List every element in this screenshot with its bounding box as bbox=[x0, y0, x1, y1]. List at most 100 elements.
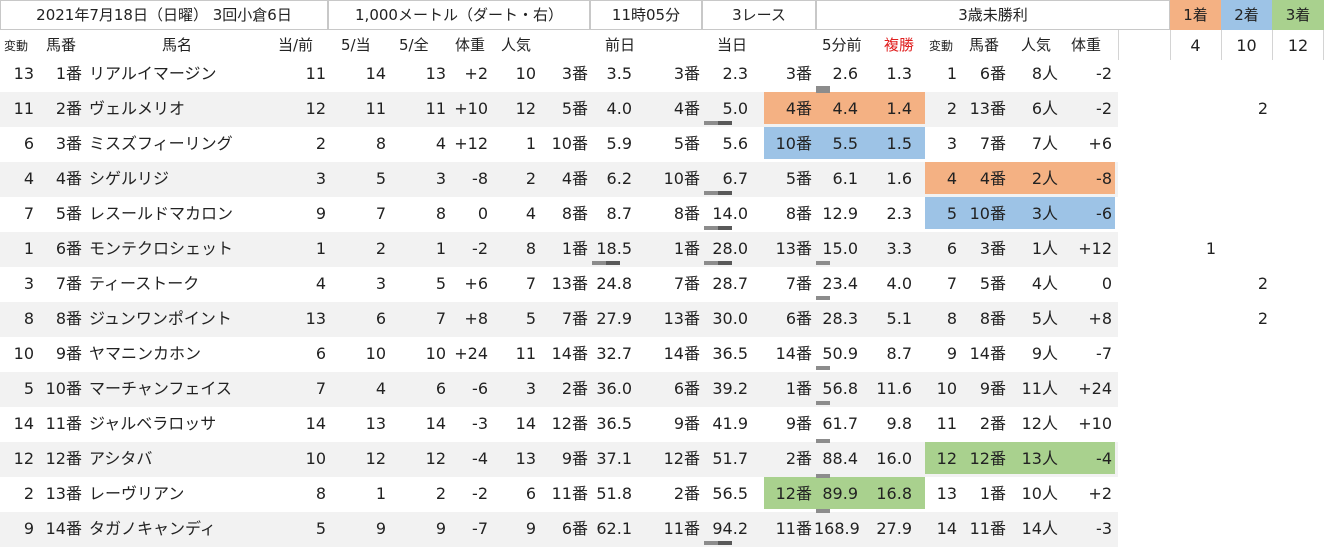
rank-taiju-cell[interactable]: -2 bbox=[1066, 66, 1112, 82]
fukusho-cell[interactable]: 16.8 bbox=[870, 486, 912, 502]
gofunmae-odds-cell[interactable]: 50.9 bbox=[814, 346, 858, 362]
fukusho-cell[interactable]: 1.6 bbox=[870, 171, 912, 187]
gofunmae-odds-cell[interactable]: 168.9 bbox=[814, 521, 860, 537]
gofunmae-odds-cell[interactable]: 6.1 bbox=[814, 171, 858, 187]
rank-umaban-cell[interactable]: 10番 bbox=[960, 206, 1006, 222]
gofunmae-ban-cell[interactable]: 10番 bbox=[764, 136, 812, 152]
go-ato-cell[interactable]: 12 bbox=[340, 451, 386, 467]
col-header-ninki2[interactable]: 人気 bbox=[1021, 38, 1051, 53]
taiju-cell[interactable]: -7 bbox=[440, 521, 488, 537]
rank-umaban-cell[interactable]: 7番 bbox=[960, 136, 1006, 152]
toujitsu-ban-cell[interactable]: 14番 bbox=[650, 346, 700, 362]
taiju-cell[interactable]: -4 bbox=[440, 451, 488, 467]
go-ato-cell[interactable]: 6 bbox=[340, 311, 386, 327]
horse-name-cell[interactable]: ヤマニンカホン bbox=[89, 346, 279, 362]
race-time-cell[interactable]: 11時05分 bbox=[590, 0, 702, 30]
zenjitsu-odds-cell[interactable]: 36.0 bbox=[590, 381, 632, 397]
zenjitsu-ban-cell[interactable]: 4番 bbox=[540, 171, 588, 187]
ninki-cell[interactable]: 4 bbox=[500, 206, 536, 222]
hendo-cell[interactable]: 12 bbox=[0, 451, 34, 467]
gofunmae-odds-cell[interactable]: 61.7 bbox=[814, 416, 858, 432]
go-ato-cell[interactable]: 4 bbox=[340, 381, 386, 397]
zenjitsu-ban-cell[interactable]: 5番 bbox=[540, 101, 588, 117]
col-header-toujitsu[interactable]: 当日 bbox=[717, 38, 747, 53]
rank-taiju-cell[interactable]: +2 bbox=[1066, 486, 1112, 502]
rank-hendo-cell[interactable]: 12 bbox=[925, 451, 957, 467]
gofunmae-odds-cell[interactable]: 2.6 bbox=[814, 66, 858, 82]
rank-umaban-cell[interactable]: 14番 bbox=[960, 346, 1006, 362]
zenjitsu-ban-cell[interactable]: 7番 bbox=[540, 311, 588, 327]
col-header-gofunmae[interactable]: 5分前 bbox=[822, 38, 862, 53]
toujitsu-odds-cell[interactable]: 14.0 bbox=[702, 206, 748, 222]
rank-hendo-cell[interactable]: 6 bbox=[925, 241, 957, 257]
col-header-fukusho[interactable]: 複勝 bbox=[884, 38, 914, 53]
zenjitsu-odds-cell[interactable]: 4.0 bbox=[590, 101, 632, 117]
umaban-cell[interactable]: 14番 bbox=[36, 521, 82, 537]
go-ato-cell[interactable]: 9 bbox=[340, 521, 386, 537]
gofunmae-ban-cell[interactable]: 11番 bbox=[764, 521, 812, 537]
go-ato-cell[interactable]: 2 bbox=[340, 241, 386, 257]
fukusho-cell[interactable]: 2.3 bbox=[870, 206, 912, 222]
ninki-cell[interactable]: 3 bbox=[500, 381, 536, 397]
rank-ninki-cell[interactable]: 10人 bbox=[1016, 486, 1058, 502]
fukusho-cell[interactable]: 1.5 bbox=[870, 136, 912, 152]
rank-umaban-cell[interactable]: 8番 bbox=[960, 311, 1006, 327]
horse-name-cell[interactable]: ジュンワンポイント bbox=[89, 311, 279, 327]
race-date-cell[interactable]: 2021年7月18日（日曜） 3回小倉6日 bbox=[0, 0, 328, 30]
horse-name-cell[interactable]: モンテクロシェット bbox=[89, 241, 279, 257]
rank-taiju-cell[interactable]: +6 bbox=[1066, 136, 1112, 152]
hendo-cell[interactable]: 6 bbox=[0, 136, 34, 152]
gofunmae-ban-cell[interactable]: 12番 bbox=[764, 486, 812, 502]
zenjitsu-odds-cell[interactable]: 27.9 bbox=[590, 311, 632, 327]
race-name-cell[interactable]: 3歳未勝利 bbox=[816, 0, 1170, 30]
race-distance-cell[interactable]: 1,000メートル（ダート・右） bbox=[328, 0, 590, 30]
gofunmae-odds-cell[interactable]: 56.8 bbox=[814, 381, 858, 397]
toujitsu-ban-cell[interactable]: 8番 bbox=[650, 206, 700, 222]
toujitsu-ban-cell[interactable]: 3番 bbox=[650, 66, 700, 82]
col-header-umaban2[interactable]: 馬番 bbox=[969, 38, 999, 53]
horse-name-cell[interactable]: マーチャンフェイス bbox=[89, 381, 279, 397]
rank-hendo-cell[interactable]: 4 bbox=[925, 171, 957, 187]
hendo-cell[interactable]: 3 bbox=[0, 276, 34, 292]
go-ato-cell[interactable]: 14 bbox=[340, 66, 386, 82]
toujitsu-odds-cell[interactable]: 28.0 bbox=[702, 241, 748, 257]
ato-mae-cell[interactable]: 4 bbox=[280, 276, 326, 292]
rank-ninki-cell[interactable]: 14人 bbox=[1016, 521, 1058, 537]
toujitsu-ban-cell[interactable]: 12番 bbox=[650, 451, 700, 467]
zenjitsu-odds-cell[interactable]: 5.9 bbox=[590, 136, 632, 152]
go-ato-cell[interactable]: 10 bbox=[340, 346, 386, 362]
fukusho-cell[interactable]: 4.0 bbox=[870, 276, 912, 292]
rank-taiju-cell[interactable]: -8 bbox=[1066, 171, 1112, 187]
gofunmae-odds-cell[interactable]: 15.0 bbox=[814, 241, 858, 257]
ninki-cell[interactable]: 12 bbox=[500, 101, 536, 117]
zenjitsu-ban-cell[interactable]: 6番 bbox=[540, 521, 588, 537]
toujitsu-ban-cell[interactable]: 6番 bbox=[650, 381, 700, 397]
gofunmae-ban-cell[interactable]: 14番 bbox=[764, 346, 812, 362]
toujitsu-odds-cell[interactable]: 94.2 bbox=[702, 521, 748, 537]
rank-umaban-cell[interactable]: 6番 bbox=[960, 66, 1006, 82]
rank-hendo-cell[interactable]: 3 bbox=[925, 136, 957, 152]
fukusho-cell[interactable]: 5.1 bbox=[870, 311, 912, 327]
pick-mark[interactable]: 1 bbox=[1186, 241, 1236, 257]
rank-taiju-cell[interactable]: -2 bbox=[1066, 101, 1112, 117]
gofunmae-ban-cell[interactable]: 5番 bbox=[764, 171, 812, 187]
taiju-cell[interactable]: -3 bbox=[440, 416, 488, 432]
race-number-cell[interactable]: 3レース bbox=[702, 0, 816, 30]
ato-mae-cell[interactable]: 1 bbox=[280, 241, 326, 257]
gofunmae-odds-cell[interactable]: 89.9 bbox=[814, 486, 858, 502]
rank-umaban-cell[interactable]: 11番 bbox=[960, 521, 1006, 537]
place-horse-first[interactable]: 4 bbox=[1170, 38, 1221, 54]
zenjitsu-odds-cell[interactable]: 37.1 bbox=[590, 451, 632, 467]
toujitsu-odds-cell[interactable]: 2.3 bbox=[702, 66, 748, 82]
rank-hendo-cell[interactable]: 8 bbox=[925, 311, 957, 327]
hendo-cell[interactable]: 13 bbox=[0, 66, 34, 82]
toujitsu-odds-cell[interactable]: 39.2 bbox=[702, 381, 748, 397]
horse-name-cell[interactable]: ヴェルメリオ bbox=[89, 101, 279, 117]
rank-umaban-cell[interactable]: 2番 bbox=[960, 416, 1006, 432]
zenjitsu-ban-cell[interactable]: 12番 bbox=[540, 416, 588, 432]
rank-hendo-cell[interactable]: 14 bbox=[925, 521, 957, 537]
rank-hendo-cell[interactable]: 13 bbox=[925, 486, 957, 502]
ato-mae-cell[interactable]: 3 bbox=[280, 171, 326, 187]
rank-taiju-cell[interactable]: +24 bbox=[1066, 381, 1112, 397]
zenjitsu-ban-cell[interactable]: 11番 bbox=[540, 486, 588, 502]
